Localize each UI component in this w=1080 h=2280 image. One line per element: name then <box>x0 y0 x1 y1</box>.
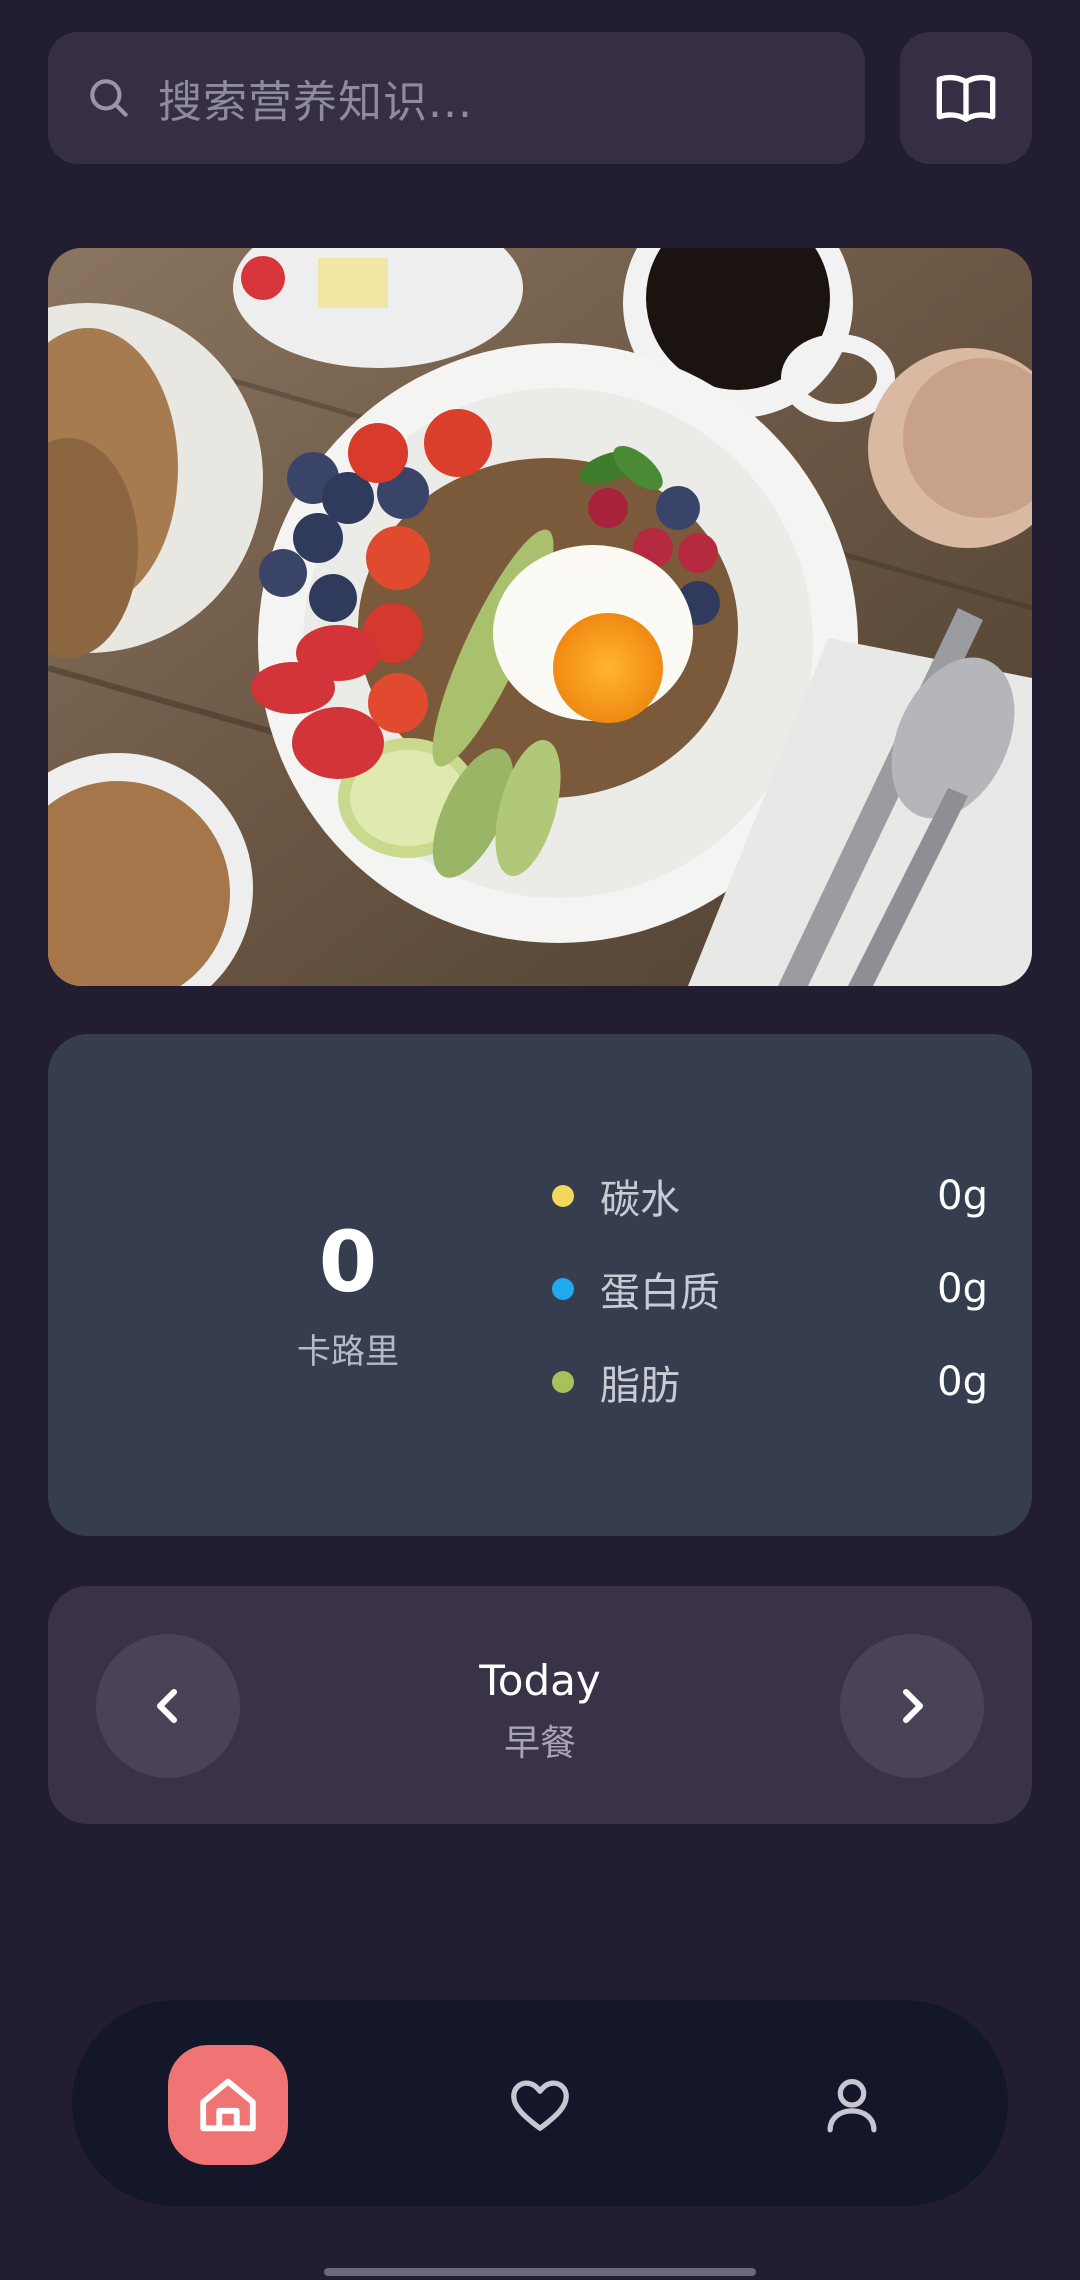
heart-icon <box>511 2080 569 2131</box>
macro-name: 碳水 <box>600 1177 680 1223</box>
home-indicator[interactable] <box>324 2268 756 2276</box>
carbs-dot <box>552 1185 574 1207</box>
nutrition-summary-card: 0 卡路里 碳水 0g 蛋白质 0g 脂肪 0g <box>48 1034 1032 1536</box>
knowledge-book-button[interactable] <box>900 32 1032 164</box>
macro-value: 0g <box>937 1266 988 1312</box>
calories-label: 卡路里 <box>297 1332 399 1372</box>
macro-name: 蛋白质 <box>600 1270 720 1316</box>
nav-favorites-tab[interactable] <box>480 2045 600 2165</box>
user-icon <box>827 2079 877 2133</box>
chevron-right-icon <box>903 1689 923 1723</box>
home-icon <box>200 2078 256 2132</box>
macro-name: 脂肪 <box>600 1363 680 1409</box>
meal-day-selector: Today 早餐 <box>48 1586 1032 1824</box>
search-icon <box>90 79 128 117</box>
nav-home-tab[interactable] <box>168 2045 288 2165</box>
macro-row-carbs: 碳水 0g <box>552 1166 1012 1226</box>
book-open-icon <box>936 74 996 122</box>
hero-image <box>48 248 1032 986</box>
fat-dot <box>552 1371 574 1393</box>
search-bar[interactable]: 搜索营养知识... <box>48 32 865 164</box>
nav-profile-tab[interactable] <box>792 2045 912 2165</box>
protein-dot <box>552 1278 574 1300</box>
macro-value: 0g <box>937 1173 988 1219</box>
app-screen: 搜索营养知识... 0 卡路里 碳水 0g 蛋白质 0g 脂肪 0g Today… <box>0 0 1080 2280</box>
next-day-button[interactable] <box>840 1634 984 1778</box>
macro-value: 0g <box>937 1359 988 1405</box>
breakfast-photo <box>48 248 1032 986</box>
calories-value: 0 <box>318 1213 378 1311</box>
search-input[interactable]: 搜索营养知识... <box>158 66 473 130</box>
macro-row-fat: 脂肪 0g <box>552 1352 1012 1412</box>
macro-row-protein: 蛋白质 0g <box>552 1259 1012 1319</box>
bottom-navigation <box>72 2000 1008 2206</box>
